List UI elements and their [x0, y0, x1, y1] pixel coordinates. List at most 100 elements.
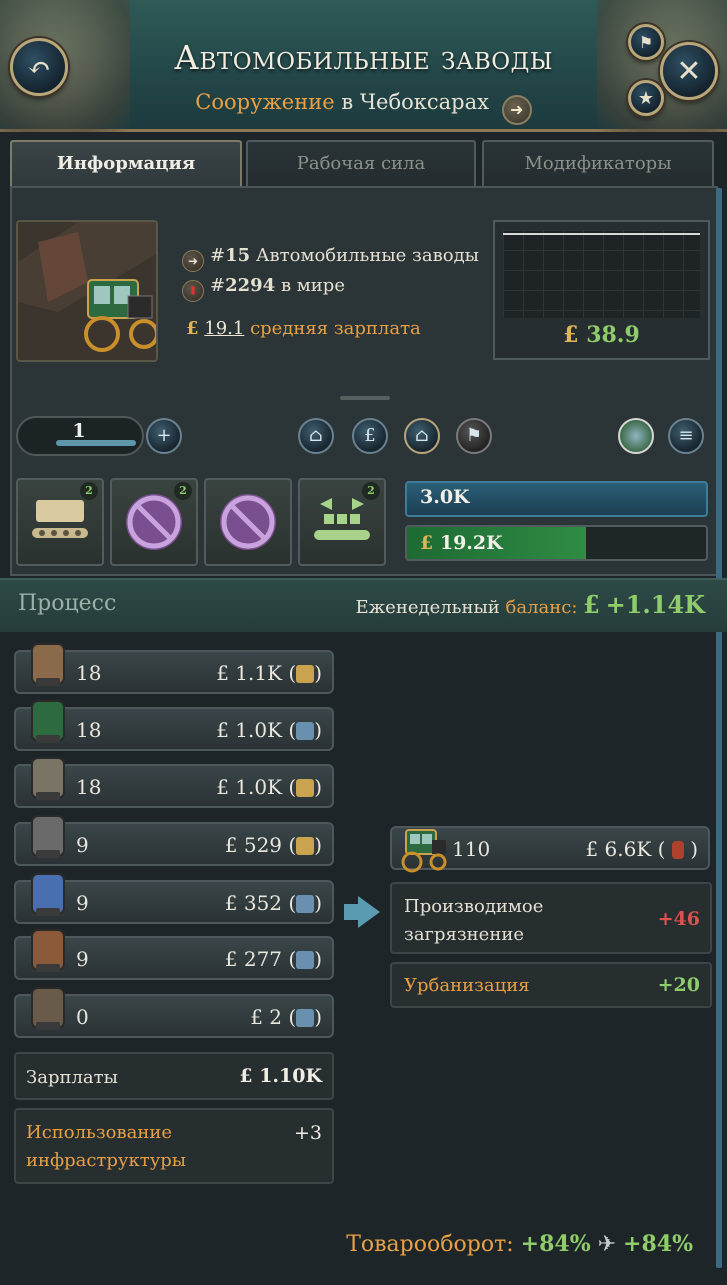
- input-qty: 18: [76, 718, 102, 742]
- input-qty: 0: [76, 1005, 89, 1029]
- input-row[interactable]: 9 £ 277 (): [14, 929, 334, 980]
- car-factory-illustration: [18, 222, 156, 360]
- national-rank: ➜ #15 Автомобильные заводы: [182, 245, 479, 272]
- nationalize-button[interactable]: ⚑: [456, 418, 492, 454]
- tab-modifiers[interactable]: Модификаторы: [482, 140, 714, 188]
- input-row[interactable]: 0 £ 2 (): [14, 987, 334, 1038]
- balance-line: [503, 233, 700, 235]
- pound-icon: £: [583, 590, 600, 619]
- hammer-icon: [31, 987, 65, 1030]
- infrastructure-label-line2[interactable]: инфраструктуры: [26, 1150, 186, 1171]
- tab-information[interactable]: Информация: [10, 140, 242, 188]
- average-wage: £ 19.1 средняя зарплата: [186, 318, 421, 339]
- input-row[interactable]: 18 £ 1.1K (): [14, 643, 334, 694]
- flag-icon: ⚑: [465, 425, 483, 446]
- electricity-icon: [31, 873, 65, 916]
- tab-workforce[interactable]: Рабочая сила: [246, 140, 476, 188]
- balance-chart[interactable]: £ 38.9: [493, 220, 710, 360]
- page-title: Автомобильные заводы: [174, 38, 553, 77]
- rank-prefix: #: [210, 245, 226, 266]
- output-row[interactable]: 110 £ 6.6K ( ): [390, 826, 710, 873]
- input-value: £ 352 (): [225, 891, 322, 915]
- average-wage-label[interactable]: средняя зарплата: [250, 318, 421, 339]
- input-value: £ 529 (): [225, 833, 322, 857]
- input-price: £ 2 (: [250, 1005, 297, 1029]
- input-close: ): [314, 947, 322, 971]
- input-price: £ 529 (: [224, 833, 297, 857]
- urbanization-label[interactable]: Урбанизация: [404, 975, 530, 996]
- house-plus-icon: ⌂: [309, 425, 323, 446]
- rank-world-value: 2294: [225, 275, 276, 296]
- pound-icon: £: [186, 318, 199, 339]
- input-close: ): [314, 661, 322, 685]
- pound-icon: £: [563, 322, 579, 348]
- input-close: ): [314, 1005, 322, 1029]
- input-row[interactable]: 18 £ 1.0K (): [14, 700, 334, 751]
- rank-world-label: в мире: [280, 275, 345, 296]
- signpost-button[interactable]: ⚑: [628, 24, 664, 60]
- turnover-value-2: +84%: [623, 1231, 693, 1257]
- plus-icon: +: [156, 425, 172, 446]
- input-close: ): [314, 775, 322, 799]
- close-icon: ✕: [676, 53, 702, 89]
- infrastructure-value: +3: [293, 1122, 322, 1144]
- balance-link[interactable]: баланс:: [506, 597, 578, 618]
- location-link[interactable]: Чебоксарах: [360, 90, 489, 114]
- pm-no-aircraft[interactable]: 2: [110, 478, 198, 566]
- pm-tractor-assembly[interactable]: 2: [16, 478, 104, 566]
- rank-down-icon: ⬇: [182, 280, 204, 302]
- input-row[interactable]: 9 £ 529 (): [14, 815, 334, 866]
- pm-automation[interactable]: 2: [298, 478, 386, 566]
- average-wage-value[interactable]: 19.1: [204, 318, 244, 339]
- pm-no-tanks[interactable]: [204, 478, 292, 566]
- build-button[interactable]: ⌂: [298, 418, 334, 454]
- price-indicator-icon: [296, 837, 315, 855]
- balance-chart-value: £ 38.9: [495, 322, 708, 348]
- price-indicator-icon: [296, 779, 315, 797]
- turnover-label[interactable]: Товарооборот:: [346, 1232, 513, 1257]
- rank-world-prefix: #: [210, 275, 226, 296]
- output-value: £ 6.6K ( ): [585, 837, 698, 861]
- weekly-label: Еженедельный: [355, 597, 500, 618]
- pound-icon: £: [420, 532, 434, 554]
- input-value: £ 2 (): [250, 1005, 322, 1029]
- tab-bar: Информация Рабочая сила Модификаторы: [10, 140, 720, 188]
- automobile-icon: [401, 829, 447, 873]
- employment-value: 3.0K: [420, 486, 470, 508]
- process-arrow-icon: [358, 896, 380, 928]
- building-type-link[interactable]: Сооружение: [195, 90, 334, 114]
- input-value: £ 1.0K (): [216, 718, 322, 742]
- wages-row: Зарплаты £ 1.10K: [14, 1052, 334, 1100]
- pm-badge: 2: [174, 482, 192, 500]
- balance-chart-plot: [503, 230, 700, 318]
- automation-icon: [314, 498, 370, 540]
- tools-icon: [31, 929, 65, 972]
- no-aircraft-icon: [126, 494, 182, 550]
- weekly-balance: Еженедельный баланс: £ +1.14K: [355, 590, 705, 619]
- plane-icon: ✈: [597, 1232, 617, 1257]
- goto-location-button[interactable]: ➜: [501, 95, 532, 125]
- weekly-balance-value: +1.14K: [605, 590, 705, 619]
- close-button[interactable]: ✕: [660, 42, 718, 100]
- input-row[interactable]: 18 £ 1.0K (): [14, 757, 334, 808]
- price-indicator-icon: [671, 841, 684, 859]
- rank-up-icon: ➜: [182, 250, 204, 272]
- price-indicator-icon: [296, 665, 315, 683]
- subsidize-button[interactable]: £: [352, 418, 388, 454]
- back-button[interactable]: ↶: [10, 38, 68, 96]
- menu-icon: ≡: [678, 425, 694, 446]
- expand-level-button[interactable]: +: [146, 418, 182, 454]
- infrastructure-label-line1[interactable]: Использование: [26, 1122, 172, 1143]
- favorite-button[interactable]: ★: [628, 80, 664, 116]
- star-icon: ★: [637, 87, 655, 109]
- location-map-button[interactable]: [618, 418, 654, 454]
- input-qty: 18: [76, 661, 102, 685]
- input-price: £ 1.1K (: [216, 661, 297, 685]
- downsize-button[interactable]: ⌂: [404, 418, 440, 454]
- pollution-label-line2: загрязнение: [404, 924, 524, 945]
- menu-button[interactable]: ≡: [668, 418, 704, 454]
- output-price: £ 6.6K (: [585, 837, 666, 861]
- input-row[interactable]: 9 £ 352 (): [14, 873, 334, 924]
- oil-icon: [31, 757, 65, 800]
- scrollbar[interactable]: [716, 188, 722, 1268]
